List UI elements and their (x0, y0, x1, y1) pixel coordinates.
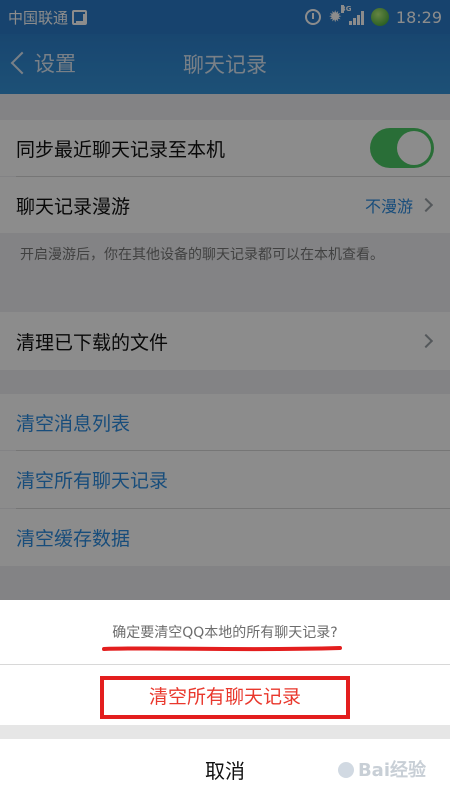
sheet-separator (0, 725, 450, 739)
action-sheet-prompt: 确定要清空QQ本地的所有聊天记录? (0, 600, 450, 664)
red-underline-annotation (102, 646, 342, 652)
watermark-text: Bai经验 (357, 760, 426, 781)
cancel-label: 取消 (205, 759, 245, 783)
watermark: Bai经验 (337, 756, 426, 782)
action-sheet: 确定要清空QQ本地的所有聊天记录? 清空所有聊天记录 取消 Bai经验 (0, 600, 450, 800)
red-box-annotation (100, 676, 350, 719)
paw-icon (337, 762, 354, 778)
